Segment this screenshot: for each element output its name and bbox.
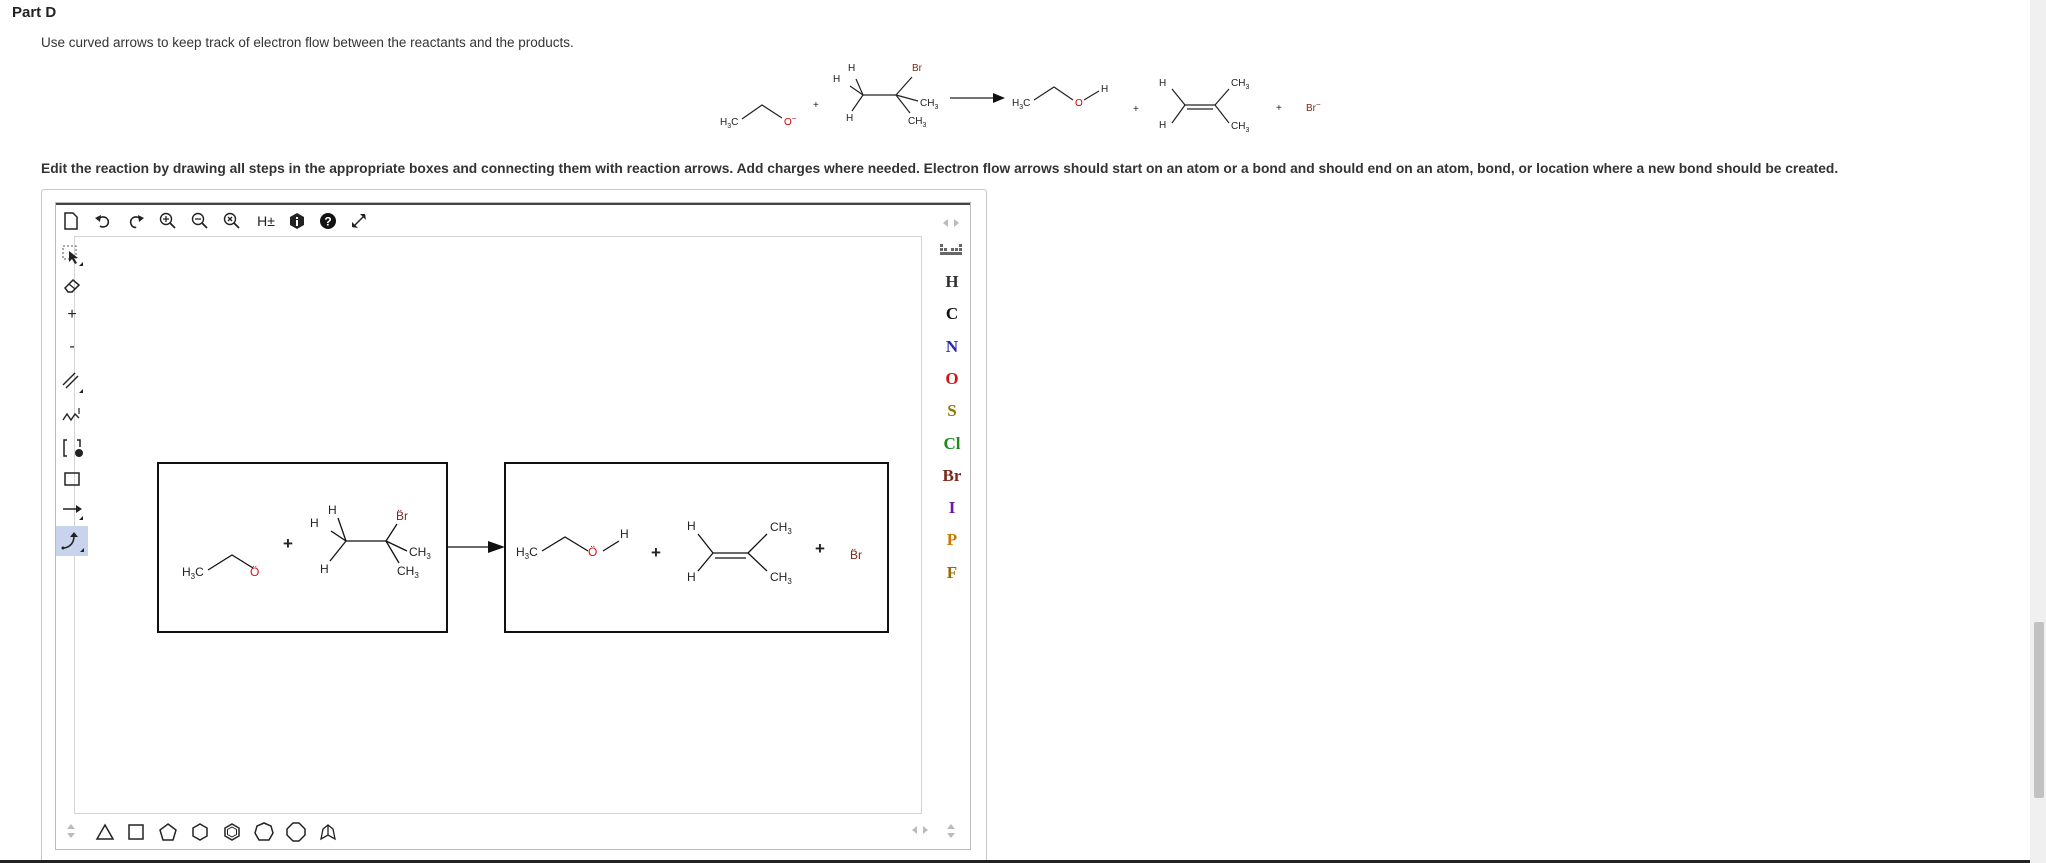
selection-tool-icon[interactable] [60,243,84,267]
scheme-prod-h: H [1101,84,1108,95]
bicyclic-template-icon[interactable] [316,820,340,844]
scheme-ch3-2: CH3 [908,116,926,129]
drawn-h-1: H [310,516,319,530]
scroll-horizontal-top-icon[interactable] [938,216,964,230]
element-cl-button[interactable]: Cl [940,434,964,454]
drawn-bromide-label: B̈r [850,548,862,562]
chain-tool-icon[interactable] [60,403,84,427]
scheme-prod-o: O [1075,98,1083,109]
element-br-button[interactable]: Br [940,466,964,486]
bracket-tool-icon[interactable] [60,436,84,460]
products-box [504,462,889,633]
scheme-h-2: H [848,63,855,74]
redo-icon[interactable] [125,210,147,232]
element-n-button[interactable]: N [940,337,964,357]
drawn-reaction-arrow-head [488,541,505,553]
scheme-alkene-ch3-1: CH3 [1231,78,1249,91]
new-document-icon[interactable] [60,210,82,232]
reaction-scheme: H3C O− + H H H Br CH3 CH3 H3C O H + H H … [720,63,1321,134]
curved-arrow-tool-icon[interactable] [56,526,88,556]
info-icon[interactable] [286,210,308,232]
benzene-icon[interactable] [220,820,244,844]
cyclopropane-icon[interactable] [93,820,117,844]
drawn-alkene-ch3-1: CH3 [770,520,792,536]
element-s-button[interactable]: S [940,401,964,421]
scheme-plus-1: + [813,100,819,111]
drawn-prod-o: Ö [588,545,597,559]
bond-tool-icon[interactable] [60,370,84,394]
cyclohexane-icon[interactable] [188,820,212,844]
page-scrollbar-thumb[interactable] [2034,622,2044,798]
periodic-table-icon[interactable] [938,240,964,260]
cyclobutane-icon[interactable] [124,820,148,844]
part-title: Part D [12,4,57,21]
drawn-alkene-ch3-2: CH3 [770,570,792,586]
scheme-prod-methyl: H3C [1012,98,1030,111]
instruction-text: Use curved arrows to keep track of elect… [41,35,574,50]
rectangle-tool-icon[interactable] [60,467,84,491]
drawn-h-3: H [320,562,329,576]
cyclooctane-icon[interactable] [284,820,308,844]
charge-plus-button[interactable]: + [60,303,84,327]
scheme-ch3-1: CH3 [920,98,938,111]
undo-icon[interactable] [92,210,114,232]
drawn-ch3-1: CH3 [409,545,431,561]
scheme-alkene-h1: H [1159,78,1166,89]
cyclopentane-icon[interactable] [156,820,180,844]
drawn-prod-methyl: H3C [516,545,538,561]
drawn-ch3-2: CH3 [397,564,419,580]
svg-text:?: ? [324,215,331,229]
drawn-br-label: B̈r [396,509,408,523]
scheme-plus-3: + [1276,103,1282,114]
scheme-h-1: H [833,74,840,85]
drawn-plus-2: + [651,543,661,562]
reactants-box [157,462,448,633]
drawn-h-2: H [328,503,337,517]
zoom-out-icon[interactable] [189,210,211,232]
element-p-button[interactable]: P [940,530,964,550]
charge-minus-button[interactable]: - [60,335,84,359]
scheme-methyl-label: H3C [720,117,738,130]
cycloheptane-icon[interactable] [252,820,276,844]
drawn-alkene-h2: H [687,570,696,584]
drawn-alkene-h1: H [687,519,696,533]
element-h-button[interactable]: H [940,272,964,292]
fullscreen-icon[interactable] [348,210,370,232]
scheme-oxide-label: O− [784,114,797,128]
drawn-plus-3: + [815,539,825,558]
scheme-br: Br [912,63,923,74]
scroll-up-down-right-icon[interactable] [944,820,958,842]
element-i-button[interactable]: I [940,498,964,518]
zoom-reset-icon[interactable] [221,210,243,232]
drawn-prod-h: H [620,527,629,541]
scroll-up-down-icon[interactable] [64,820,78,842]
eraser-icon[interactable] [60,273,84,297]
reaction-arrow-tool-icon[interactable] [60,497,84,521]
hydrogen-toggle-button[interactable]: H± [253,210,279,232]
scheme-h-3: H [846,113,853,124]
scheme-bromide: Br− [1306,100,1321,114]
element-o-button[interactable]: O [940,369,964,389]
scheme-plus-2: + [1133,104,1139,115]
drawn-plus-1: + [283,534,293,553]
scroll-horizontal-bottom-icon[interactable] [908,822,932,838]
drawn-reaction: H3C Ö + H H H B̈r CH3 CH3 H3C Ö H + H H … [157,462,889,633]
help-icon[interactable]: ? [317,210,339,232]
scheme-alkene-h2: H [1159,120,1166,131]
edit-instruction-text: Edit the reaction by drawing all steps i… [41,161,1839,176]
element-f-button[interactable]: F [940,563,964,583]
zoom-in-icon[interactable] [157,210,179,232]
element-c-button[interactable]: C [940,304,964,324]
scheme-alkene-ch3-2: CH3 [1231,121,1249,134]
drawn-methyl-label: H3C [182,565,204,581]
